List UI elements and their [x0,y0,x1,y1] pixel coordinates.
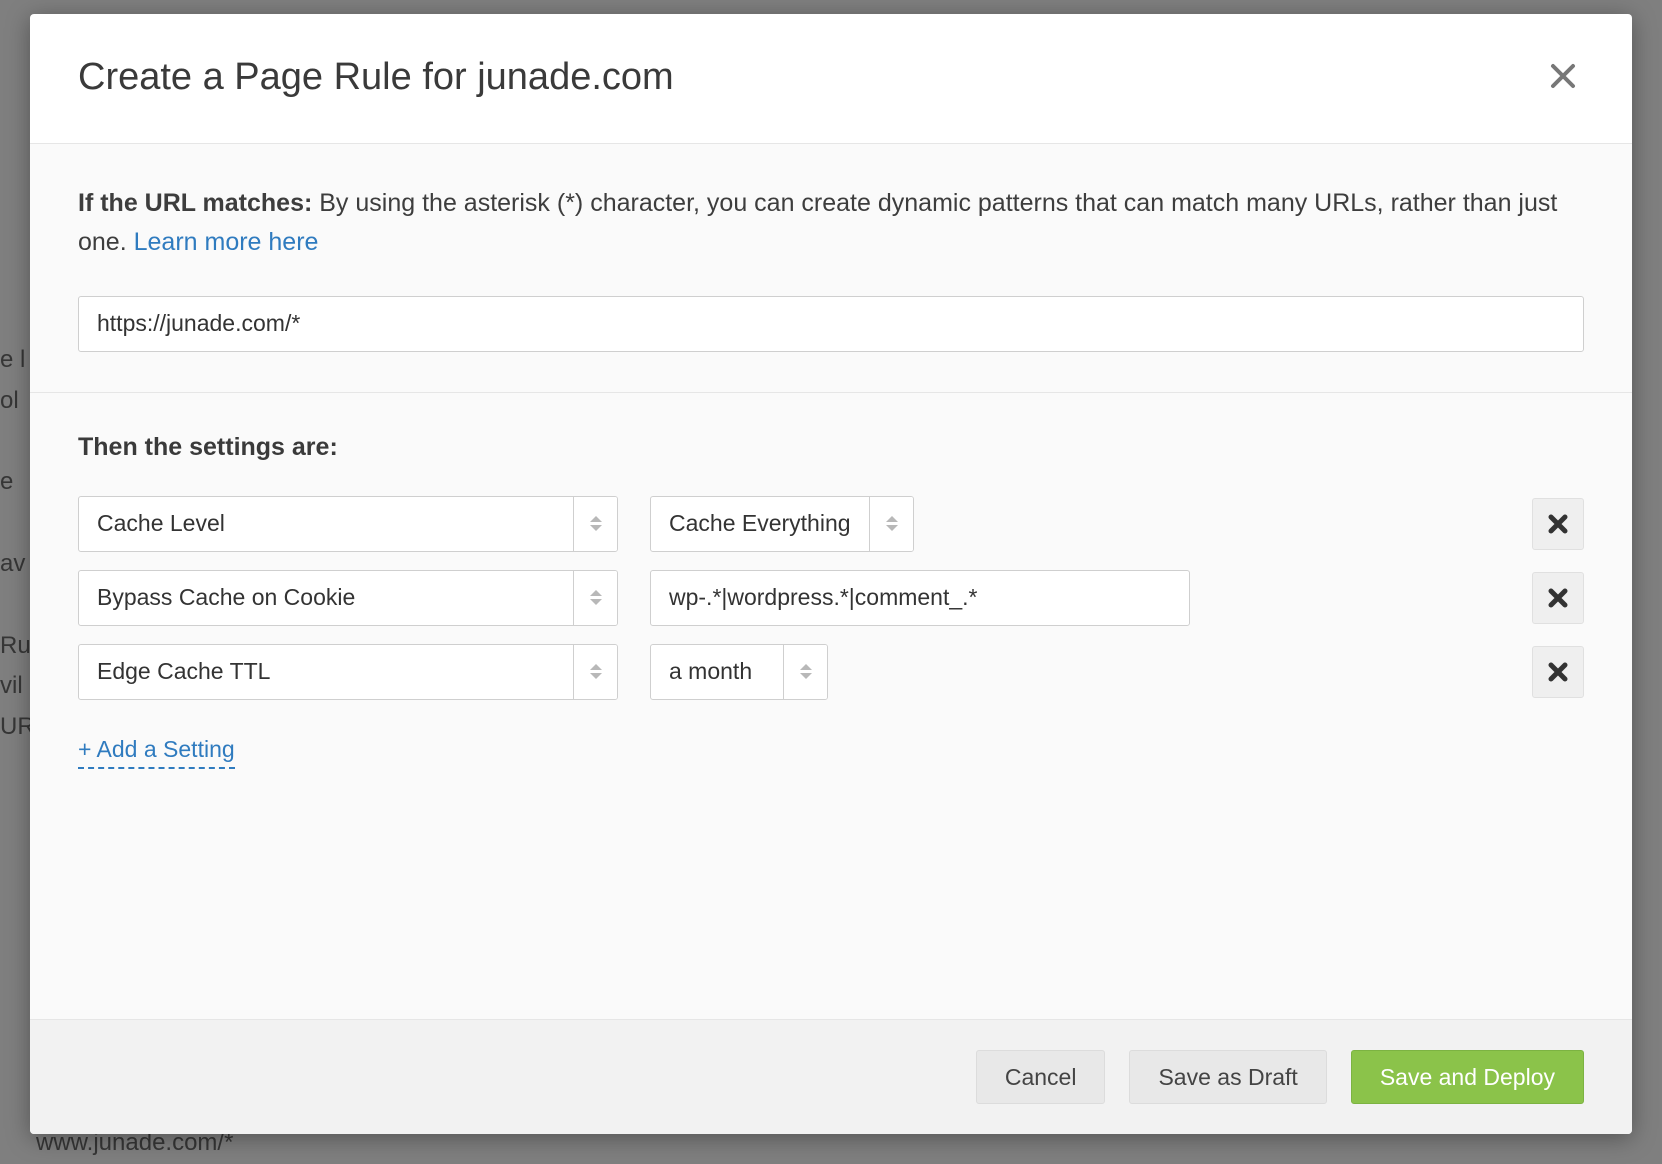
setting-row: Cache Level Cache Everything [78,496,1584,552]
remove-icon [1546,586,1570,610]
url-match-description: If the URL matches: By using the asteris… [78,184,1584,262]
select-caret-icon [869,497,913,551]
modal-title: Create a Page Rule for junade.com [78,56,674,99]
remove-icon [1546,512,1570,536]
page-rule-modal: Create a Page Rule for junade.com If the… [30,14,1632,1134]
select-caret-icon [573,497,617,551]
remove-setting-button[interactable] [1532,572,1584,624]
setting-name-label: Edge Cache TTL [79,645,573,699]
setting-name-label: Bypass Cache on Cookie [79,571,573,625]
add-setting-link[interactable]: + Add a Setting [78,736,235,769]
settings-heading: Then the settings are: [78,433,1584,462]
setting-row: Bypass Cache on Cookie [78,570,1584,626]
modal-footer: Cancel Save as Draft Save and Deploy [30,1019,1632,1134]
close-button[interactable] [1542,58,1584,98]
setting-name-select[interactable]: Bypass Cache on Cookie [78,570,618,626]
save-deploy-button[interactable]: Save and Deploy [1351,1050,1584,1104]
modal-header: Create a Page Rule for junade.com [30,14,1632,144]
learn-more-link[interactable]: Learn more here [134,228,319,256]
url-pattern-input[interactable] [78,296,1584,352]
setting-value-select[interactable]: a month [650,644,828,700]
setting-row: Edge Cache TTL a month [78,644,1584,700]
setting-value-input[interactable] [650,570,1190,626]
cancel-button[interactable]: Cancel [976,1050,1106,1104]
setting-value-label: Cache Everything [651,497,869,551]
url-match-label: If the URL matches: [78,189,312,217]
select-caret-icon [573,571,617,625]
setting-name-select[interactable]: Cache Level [78,496,618,552]
setting-value-select[interactable]: Cache Everything [650,496,914,552]
save-draft-button[interactable]: Save as Draft [1129,1050,1326,1104]
remove-setting-button[interactable] [1532,498,1584,550]
remove-setting-button[interactable] [1532,646,1584,698]
select-caret-icon [783,645,827,699]
settings-section: Then the settings are: Cache Level Cache… [30,392,1632,809]
modal-body: If the URL matches: By using the asteris… [30,144,1632,1019]
setting-name-select[interactable]: Edge Cache TTL [78,644,618,700]
close-icon [1548,61,1578,91]
setting-name-label: Cache Level [79,497,573,551]
remove-icon [1546,660,1570,684]
setting-value-label: a month [651,645,783,699]
select-caret-icon [573,645,617,699]
url-match-section: If the URL matches: By using the asteris… [30,144,1632,392]
